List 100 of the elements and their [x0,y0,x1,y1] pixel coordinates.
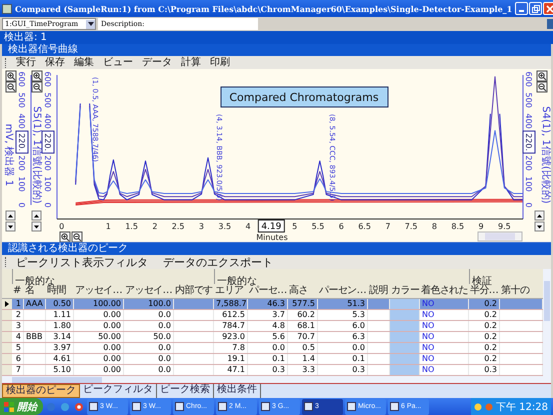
table-cell: 5 [16,343,21,352]
menu-item[interactable]: 保存 [45,56,65,68]
zoom-out-icon[interactable] [536,82,548,92]
x-tick-label: 7.5 [404,222,418,231]
x-tick-label: 0 [59,222,64,231]
caret-icon [88,22,94,26]
x-tick-label: 7 [385,222,390,231]
start-button[interactable]: 開始 [0,398,43,415]
zoom-out-icon[interactable] [6,82,16,92]
axis-tick-label: 500 [524,92,533,108]
table-cell: 4.61 [53,354,71,363]
table-cell: 51.3 [347,299,365,308]
menu-item[interactable]: ビュー [103,56,133,68]
table-row[interactable]: 3 1.80 0.00 0.0 784.7 4.8 68.1 6.0 NO 0.2 [2,321,543,332]
tab[interactable]: 検出器のピーク [2,384,80,398]
table-cell: 1.11 [53,310,71,319]
table-cell: 50.00 [98,332,121,341]
table-cell: 2 [16,310,21,319]
zoom-in-icon[interactable] [32,70,42,82]
column-header[interactable]: 着色された [420,284,469,298]
table-row[interactable]: 2 1.11 0.00 0.0 612.5 3.7 60.2 5.3 NO 0.2 [2,310,543,321]
color-swatch [390,321,419,331]
column-header[interactable]: # [12,284,24,298]
table-cell: 0.0 [158,310,171,319]
column-header[interactable]: 名 [24,284,46,298]
x-tick-label: 6.5 [358,222,371,231]
table-row[interactable]: 5 3.97 0.00 0.0 7.8 0.0 0.5 0.0 NO 0.2 [2,343,543,354]
axis-tick-label: 0 [17,202,26,208]
column-header[interactable]: カラー [390,284,420,298]
table-cell: 1 [16,299,21,308]
menu-item[interactable]: 計算 [181,56,201,68]
scroll-down-button[interactable] [32,222,42,232]
color-swatch [390,310,419,320]
panel-header: 認識される検出器のピーク [2,243,551,255]
menu-item[interactable]: 実行 [16,56,36,68]
table-cell: 19.1 [227,354,245,363]
zoom-out-icon[interactable] [72,232,82,242]
column-header[interactable]: アッセイ… [124,284,174,298]
axis-tick-label: 0 [524,202,533,208]
app-icon [175,402,184,411]
toolbar-button[interactable]: データのエクスポート [163,256,273,268]
axis-tick-label: 100 [524,176,533,192]
zoom-in-icon[interactable] [6,70,16,82]
axis-tick-label: 100 [17,176,26,192]
zoom-out-icon[interactable] [32,82,42,92]
axis-tick-label: 600 [17,72,26,87]
table-cell: 0.1 [352,354,365,363]
column-header[interactable]: 第十の [500,284,543,298]
panel-header: 検出器信号曲線 [2,44,551,56]
scroll-up-button[interactable] [6,210,16,220]
column-header[interactable]: 半分… [469,284,500,298]
column-header[interactable]: パーセ… [248,284,288,298]
x-tick-label: 3 [198,222,204,231]
scroll-up-button[interactable] [32,210,42,220]
zoom-in-icon[interactable] [536,70,548,82]
table-cell: 100.0 [148,299,171,308]
vertical-scrollbar[interactable] [543,269,551,376]
table-cell: 50.0 [153,332,171,341]
scroll-up-button[interactable] [534,210,544,220]
maximize-button[interactable] [529,2,542,15]
column-header[interactable]: パーセン… [318,284,368,298]
column-header[interactable]: 高さ [288,284,318,298]
menu-item[interactable]: 印刷 [210,56,230,68]
table-row[interactable]: 6 4.61 0.00 0.0 19.1 0.1 1.4 0.1 NO 0.2 [2,354,543,365]
axis-tick-label: 100 [43,176,52,192]
column-header[interactable]: 時間 [46,284,74,298]
table-cell: 0.00 [103,310,121,319]
table-cell: NO [422,332,434,341]
column-header[interactable]: エリア [214,284,248,298]
toolbar-button[interactable]: ピークリスト表示フィルタ [16,256,148,268]
table-cell: 0.00 [103,354,121,363]
table-cell: 0.2 [484,332,497,341]
column-header[interactable]: 説明 [368,284,390,298]
close-button[interactable] [543,2,553,15]
table-row[interactable]: 7 5.10 0.00 0.0 47.1 0.3 3.3 0.3 NO 0.3 [2,365,543,376]
app-icon [347,402,356,411]
table-cell: 68.1 [297,321,315,330]
horizontal-scrollbar[interactable] [478,232,522,242]
column-group-header: 検証 [472,274,492,287]
table-row[interactable]: 1 AAA 0.50 100.00 100.0 7,588.7 46.3 577.5 51.3 NO 0.2 [2,299,543,310]
column-header[interactable]: 内部です [174,284,214,298]
window-title: Compared (SampleRun:1) from C:\Program Files\abdc\ChromManager60\Examples\Single-Detector-Example_1 [15,4,512,14]
axis-tick-label: 500 [17,92,26,108]
menu-item[interactable]: 編集 [74,56,94,68]
app-icon [89,402,98,411]
x-tick-label: 1.5 [125,222,138,231]
axis-cursor-value: 220. [16,130,28,154]
scroll-down-button[interactable] [6,222,16,232]
table-row[interactable]: 4 BBB 3.14 50.00 50.0 923.0 5.6 70.7 6.3 NO 0.2 [2,332,543,343]
x-axis-title: Minutes [256,233,288,242]
minimize-button[interactable] [515,2,528,15]
axis-title: mV, 検出器 1 [3,124,14,186]
axis-tick-label: 400 [43,114,52,129]
zoom-in-icon[interactable] [60,232,70,242]
column-header[interactable]: アッセイ… [74,284,124,298]
menu-item[interactable]: データ [142,56,172,68]
table-cell: 0.3 [484,365,497,374]
axis-tick-label: 0 [43,202,52,208]
horizontal-scrollbar[interactable] [2,376,551,384]
scroll-down-button[interactable] [534,222,544,232]
